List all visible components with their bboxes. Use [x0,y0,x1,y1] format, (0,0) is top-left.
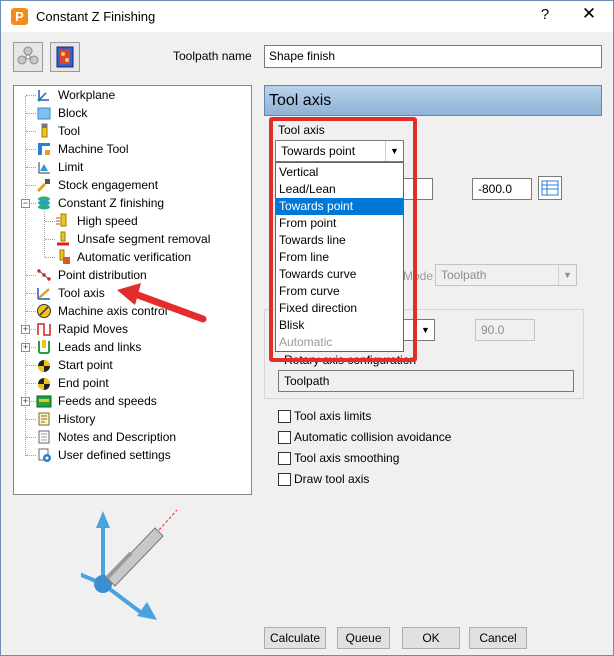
ok-button[interactable]: OK [402,627,460,649]
queue-button[interactable]: Queue [337,627,390,649]
toolpath-name-input[interactable]: Shape finish [264,45,602,68]
rotary-axis-config-field[interactable]: Toolpath [278,370,574,392]
checkbox-label: Draw tool axis [294,472,370,486]
history-icon [36,411,52,427]
checkbox-box[interactable] [278,431,291,444]
title-bar: P Constant Z Finishing ? ✕ [1,1,613,32]
window-title: Constant Z Finishing [36,9,156,24]
user-settings-icon [36,447,52,463]
point-distribution-icon [36,267,52,283]
chevron-down-icon: ▼ [416,320,434,340]
tool-axis-icon [36,285,52,301]
coord-z-input[interactable]: -800.0 [472,178,532,200]
high-speed-icon [55,213,71,229]
collapse-toggle[interactable]: − [21,199,30,208]
annotation-highlight-box [269,117,417,362]
checkbox-box[interactable] [278,410,291,423]
leads-links-icon [36,339,52,355]
mode-dropdown[interactable]: Toolpath ▼ [435,264,577,286]
expand-toggle[interactable]: + [21,343,30,352]
start-point-icon [36,357,52,373]
dialog-window: P Constant Z Finishing ? ✕ Toolpath name… [0,0,614,656]
machine-axis-icon [36,303,52,319]
chevron-down-icon: ▼ [558,265,576,285]
panel-header: Tool axis [264,85,602,116]
table-icon [541,180,559,196]
limit-icon [36,159,52,175]
tool-axis-illustration-icon [81,509,178,620]
checkbox-label: Tool axis limits [294,409,372,423]
calculate-button[interactable]: Calculate [264,627,326,649]
help-button[interactable]: ? [537,6,553,23]
angle-input[interactable]: 90.0 [475,319,535,341]
panel-title: Tool axis [269,92,332,109]
toolpath-reuse-icon[interactable] [13,42,43,72]
expand-toggle[interactable]: + [21,397,30,406]
stock-engagement-icon [36,177,52,193]
feeds-speeds-icon [36,393,52,409]
tool-icon [36,123,52,139]
mode-selected-value: Toolpath [441,268,487,282]
rapid-moves-icon [36,321,52,337]
annotation-arrow-icon [117,283,207,323]
cancel-button[interactable]: Cancel [469,627,527,649]
checkbox-box[interactable] [278,452,291,465]
workplane-icon [36,87,52,103]
constant-z-icon [36,195,52,211]
close-button[interactable]: ✕ [579,4,599,24]
block-icon [36,105,52,121]
app-logo-icon: P [11,8,28,25]
checkbox-box[interactable] [278,473,291,486]
automatic-verification-icon [55,249,71,265]
toolpath-name-label: Toolpath name [173,49,252,63]
checkbox-label: Automatic collision avoidance [294,430,452,444]
tree-connector [44,212,45,257]
checkbox-label: Tool axis smoothing [294,451,400,465]
expand-toggle[interactable]: + [21,325,30,334]
end-point-icon [36,375,52,391]
point-pick-button[interactable] [538,176,562,200]
machine-tool-icon [36,141,52,157]
thumbnail-icon[interactable] [50,42,80,72]
notes-icon [36,429,52,445]
unsafe-segment-icon [55,231,71,247]
